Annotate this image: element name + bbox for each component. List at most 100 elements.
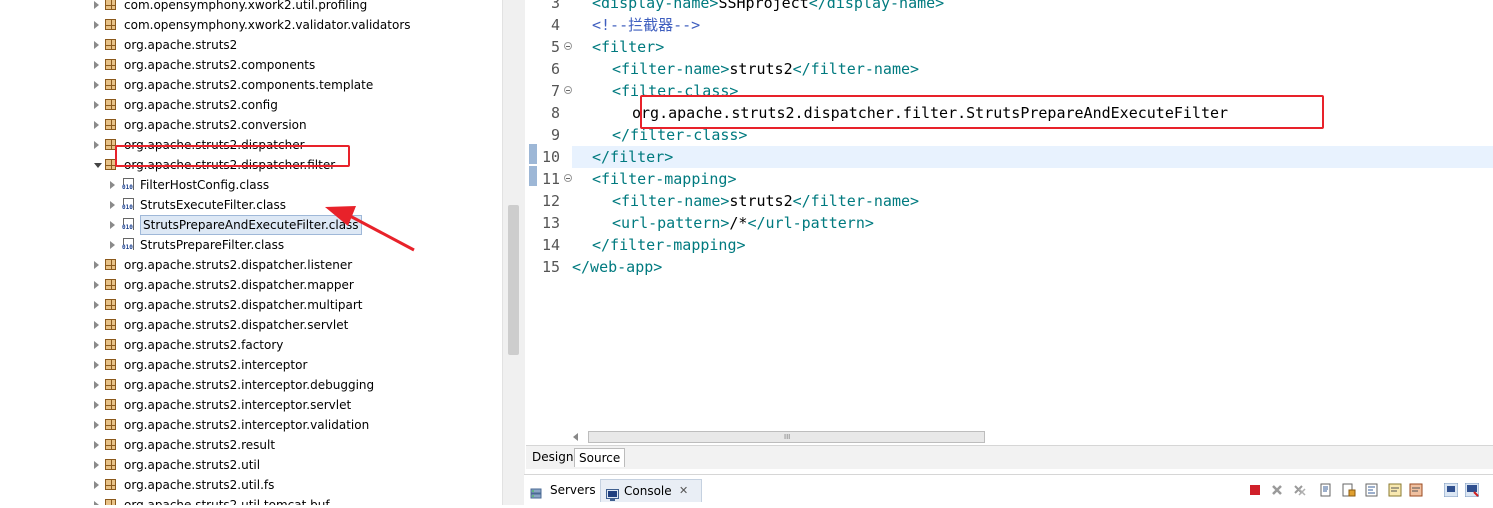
- collapsed-arrow-icon[interactable]: [94, 381, 99, 389]
- xml-tag: <display-name>: [592, 0, 719, 12]
- fold-toggle-icon[interactable]: [564, 42, 572, 50]
- views-tab-bar: Servers Console ✕: [524, 474, 1493, 506]
- tree-item-package[interactable]: org.apache.struts2.dispatcher.multipart: [0, 295, 502, 315]
- tree-item-label: org.apache.struts2.interceptor.servlet: [124, 398, 352, 412]
- tab-source[interactable]: Source: [574, 448, 626, 467]
- line-number-gutter: 12: [526, 190, 578, 212]
- line-number: 6: [550, 60, 560, 78]
- line-number: 4: [550, 16, 560, 34]
- tree-item-label: org.apache.struts2.dispatcher.multipart: [124, 298, 363, 312]
- xml-tag: </filter>: [592, 148, 674, 166]
- package-icon: [105, 459, 116, 470]
- xml-tag: </display-name>: [808, 0, 945, 12]
- console-tab-label: Console: [624, 484, 672, 498]
- show-console-on-output-icon[interactable]: [1388, 482, 1402, 497]
- collapsed-arrow-icon[interactable]: [94, 261, 99, 269]
- line-number-gutter: 9: [526, 124, 578, 146]
- line-number-gutter: 4: [526, 14, 578, 36]
- code-line[interactable]: <url-pattern>/*</url-pattern>: [572, 212, 874, 234]
- collapsed-arrow-icon[interactable]: [94, 481, 99, 489]
- collapsed-arrow-icon[interactable]: [94, 461, 99, 469]
- line-number-gutter: 6: [526, 58, 578, 80]
- editor-horizontal-scrollbar[interactable]: III: [572, 430, 1493, 445]
- tree-item-package[interactable]: org.apache.struts2.interceptor: [0, 355, 502, 375]
- tree-item-package[interactable]: org.apache.struts2.interceptor.debugging: [0, 375, 502, 395]
- tree-item-package[interactable]: org.apache.struts2.factory: [0, 335, 502, 355]
- tree-item-package[interactable]: org.apache.struts2.interceptor.servlet: [0, 395, 502, 415]
- tree-item-package[interactable]: org.apache.struts2.dispatcher.mapper: [0, 275, 502, 295]
- collapsed-arrow-icon[interactable]: [94, 421, 99, 429]
- tab-console[interactable]: Console ✕: [600, 479, 702, 502]
- xml-tag: </filter-name>: [792, 60, 920, 78]
- collapsed-arrow-icon[interactable]: [94, 441, 99, 449]
- line-number: 7: [550, 82, 560, 100]
- line-number: 8: [550, 104, 560, 122]
- remove-launch-icon[interactable]: [1270, 482, 1284, 496]
- tree-item-label: org.apache.struts2.interceptor.debugging: [124, 378, 375, 392]
- package-icon: [105, 259, 116, 270]
- tree-item-label: org.apache.struts2.util: [124, 458, 261, 472]
- code-line[interactable]: <filter-mapping>: [572, 168, 737, 190]
- xml-text: /*: [729, 214, 748, 232]
- line-number-gutter: 5: [526, 36, 578, 58]
- word-wrap-icon[interactable]: [1365, 482, 1379, 497]
- package-icon: [105, 279, 116, 290]
- tree-item-package[interactable]: org.apache.struts2.result: [0, 435, 502, 455]
- collapsed-arrow-icon[interactable]: [94, 321, 99, 329]
- editor-scrollbar-thumb[interactable]: III: [588, 431, 985, 443]
- tree-item-label: org.apache.struts2.util.tomcat.buf: [124, 498, 330, 505]
- annotation-arrow-icon: [325, 206, 415, 252]
- code-line[interactable]: </web-app>: [572, 256, 662, 278]
- package-icon: [105, 419, 116, 430]
- tree-item-label: org.apache.struts2.result: [124, 438, 276, 452]
- current-line-highlight: [572, 146, 1493, 168]
- tab-design[interactable]: Design: [528, 448, 577, 466]
- code-line[interactable]: </filter>: [572, 146, 673, 168]
- remove-all-terminated-icon[interactable]: [1293, 482, 1307, 496]
- servers-tab-label: Servers: [550, 483, 596, 497]
- tree-item-label: org.apache.struts2.interceptor.validatio…: [124, 418, 370, 432]
- collapsed-arrow-icon[interactable]: [94, 281, 99, 289]
- fold-toggle-icon[interactable]: [564, 86, 572, 94]
- tree-item-package[interactable]: org.apache.struts2.util: [0, 455, 502, 475]
- pin-console-icon[interactable]: [1443, 482, 1459, 498]
- collapsed-arrow-icon[interactable]: [94, 501, 99, 505]
- line-number: 14: [541, 236, 560, 254]
- code-line[interactable]: <!--拦截器-->: [572, 14, 700, 36]
- line-number: 5: [550, 38, 560, 56]
- terminate-icon[interactable]: [1248, 482, 1262, 496]
- collapsed-arrow-icon[interactable]: [94, 361, 99, 369]
- tree-scrollbar-thumb[interactable]: [508, 205, 519, 355]
- collapsed-arrow-icon[interactable]: [94, 301, 99, 309]
- close-icon[interactable]: ✕: [679, 480, 688, 502]
- line-number: 10: [541, 148, 560, 166]
- code-line[interactable]: </filter-mapping>: [572, 234, 746, 256]
- tree-vertical-scrollbar[interactable]: [502, 0, 525, 505]
- fold-toggle-icon[interactable]: [564, 174, 572, 182]
- xml-tag: <filter-name>: [612, 192, 730, 210]
- line-number: 9: [550, 126, 560, 144]
- line-number: 12: [541, 192, 560, 210]
- show-console-on-error-icon[interactable]: [1409, 482, 1423, 497]
- scroll-left-arrow-icon[interactable]: [573, 433, 578, 441]
- display-selected-console-icon[interactable]: [1464, 482, 1480, 498]
- xml-tag: <filter>: [592, 38, 665, 56]
- tree-item-package[interactable]: org.apache.struts2.util.fs: [0, 475, 502, 495]
- xml-tag: <filter-mapping>: [592, 170, 737, 188]
- xml-tag: <filter-name>: [612, 60, 730, 78]
- code-line[interactable]: <filter-name>struts2</filter-name>: [572, 58, 919, 80]
- collapsed-arrow-icon[interactable]: [94, 341, 99, 349]
- tree-item-package[interactable]: org.apache.struts2.dispatcher.servlet: [0, 315, 502, 335]
- package-icon: [105, 319, 116, 330]
- code-line[interactable]: <filter-name>struts2</filter-name>: [572, 190, 919, 212]
- collapsed-arrow-icon[interactable]: [94, 401, 99, 409]
- xml-source-editor[interactable]: 3 <display-name>SSHproject</display-name>…: [526, 0, 1493, 445]
- clear-console-icon[interactable]: [1319, 482, 1333, 497]
- scroll-lock-icon[interactable]: [1342, 482, 1356, 497]
- code-line[interactable]: <filter>: [572, 36, 664, 58]
- xml-comment: <!--拦截器-->: [592, 16, 701, 34]
- xml-tag: </filter-name>: [792, 192, 920, 210]
- code-line[interactable]: <display-name>SSHproject</display-name>: [572, 0, 944, 14]
- tree-item-package[interactable]: org.apache.struts2.interceptor.validatio…: [0, 415, 502, 435]
- tree-item-package[interactable]: org.apache.struts2.util.tomcat.buf: [0, 495, 502, 505]
